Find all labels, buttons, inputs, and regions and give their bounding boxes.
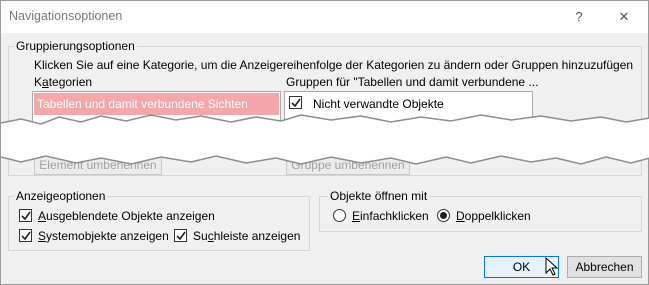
radio-selected-dot (440, 212, 447, 219)
open-objects-legend: Objekte öffnen mit (328, 189, 430, 203)
hidden-objects-checkbox[interactable] (19, 209, 32, 222)
single-click-label[interactable]: Einfachklicken (352, 209, 429, 223)
double-click-radio[interactable] (437, 209, 450, 222)
checkmark-icon (291, 98, 301, 108)
groups-header: Gruppen für "Tabellen und damit verbunde… (286, 75, 539, 89)
single-click-radio[interactable] (333, 209, 346, 222)
mouse-pointer-icon (545, 257, 559, 276)
search-bar-label[interactable]: Suchleiste anzeigen (193, 229, 300, 243)
checkmark-icon (21, 211, 31, 221)
category-item-selected[interactable]: Tabellen und damit verbundene Sichten (34, 93, 279, 115)
group-item-checkbox[interactable] (289, 96, 302, 109)
hidden-objects-label[interactable]: Ausgeblendete Objekte anzeigen (38, 209, 215, 223)
search-bar-checkbox[interactable] (174, 229, 187, 242)
system-objects-checkbox[interactable] (19, 229, 32, 242)
checkmark-icon (176, 231, 186, 241)
dialog-title: Navigationsoptionen (9, 9, 123, 23)
cancel-button[interactable]: Abbrechen (567, 256, 642, 278)
navigation-options-dialog: Navigationsoptionen ? ✕ Gruppierungsopti… (0, 0, 649, 285)
group-item-label: Nicht verwandte Objekte (313, 97, 444, 111)
grouping-instruction: Klicken Sie auf eine Kategorie, um die A… (34, 58, 634, 72)
categories-header: Kategorien (34, 75, 93, 89)
double-click-label[interactable]: Doppelklicken (456, 209, 531, 223)
torn-paper-overlay (1, 114, 649, 165)
display-options-legend: Anzeigeoptionen (14, 189, 108, 203)
help-button[interactable]: ? (561, 5, 597, 29)
close-button[interactable]: ✕ (606, 5, 642, 29)
checkmark-icon (21, 231, 31, 241)
grouping-options-legend: Gruppierungsoptionen (14, 39, 137, 53)
title-bar: Navigationsoptionen ? ✕ (1, 1, 648, 33)
system-objects-label[interactable]: Systemobjekte anzeigen (38, 229, 169, 243)
